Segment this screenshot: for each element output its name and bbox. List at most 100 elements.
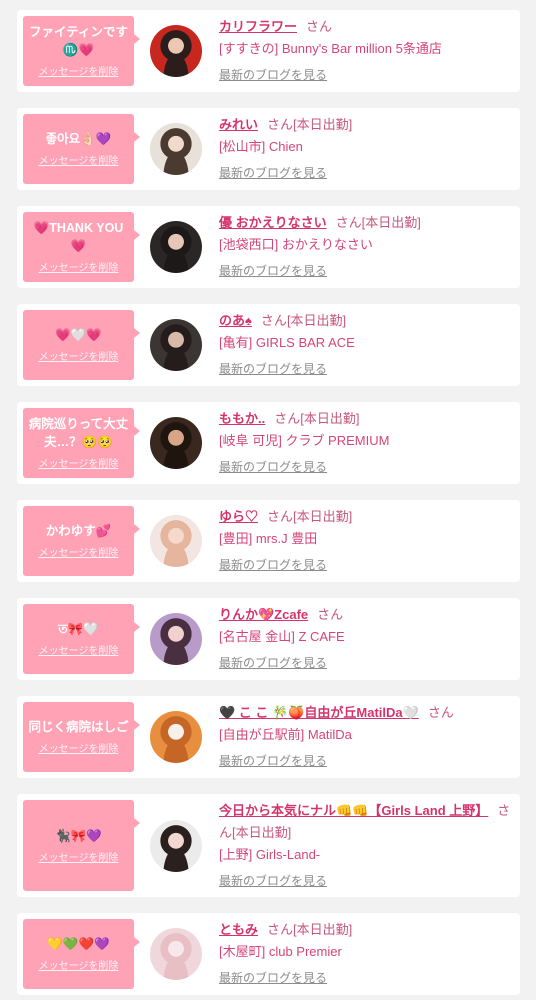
message-text: かわゆす💕	[45, 524, 112, 538]
message-bubble: 💗🤍💗 メッセージを削除	[23, 310, 140, 380]
blog-row: 最新のブログを見る	[219, 261, 512, 281]
message-bubble: ファイティンです♏💗 メッセージを削除	[23, 16, 140, 86]
name-line: ももか.. さん[本日出勤]	[219, 408, 512, 430]
message-card: 同じく病院はしご メッセージを削除 🖤 こ こ 🎋🍑自由が丘MatilDa🤍 さん…	[17, 696, 520, 778]
blog-row: 最新のブログを見る	[219, 751, 512, 771]
name-line: カリフラワー さん	[219, 16, 512, 38]
latest-blog-link[interactable]: 最新のブログを見る	[219, 754, 327, 768]
avatar[interactable]	[150, 711, 202, 763]
cast-info: 今日から本気にナル👊👊【Girls Land 上野】 さん[本日出勤] [上野] …	[219, 800, 512, 891]
cast-name-link[interactable]: 🖤 こ こ 🎋🍑自由が丘MatilDa🤍	[219, 705, 419, 720]
cast-name-link[interactable]: りんか💖Zcafe	[219, 607, 308, 622]
avatar[interactable]	[150, 613, 202, 665]
latest-blog-link[interactable]: 最新のブログを見る	[219, 558, 327, 572]
status-badge: [本日出勤]	[300, 411, 360, 426]
cast-info: りんか💖Zcafe さん [名古屋 金山] Z CAFE 最新のブログを見る	[219, 604, 512, 673]
message-text: 同じく病院はしご	[28, 720, 129, 734]
message-text: 💛💚❤️💜	[47, 937, 110, 951]
latest-blog-link[interactable]: 最新のブログを見る	[219, 68, 327, 82]
cast-name-link[interactable]: ゆら♡	[219, 509, 258, 524]
delete-message-link[interactable]: メッセージを削除	[39, 960, 119, 973]
honorific-label: さん	[260, 313, 287, 328]
blog-row: 最新のブログを見る	[219, 968, 512, 988]
avatar[interactable]	[150, 319, 202, 371]
honorific-label: さん	[317, 607, 344, 622]
cast-info: カリフラワー さん [すすきの] Bunny's Bar million 5条通店…	[219, 16, 512, 85]
message-bubble: 🐈‍⬛🎀💜 メッセージを削除	[23, 800, 140, 891]
blog-row: 最新のブログを見る	[219, 555, 512, 575]
shop-label: [名古屋 金山] Z CAFE	[219, 629, 345, 644]
honorific-label: さん	[267, 117, 294, 132]
blog-row: 最新のブログを見る	[219, 457, 512, 477]
message-text: 💗🤍💗	[55, 328, 102, 342]
latest-blog-link[interactable]: 最新のブログを見る	[219, 971, 327, 985]
cast-info: 🖤 こ こ 🎋🍑自由が丘MatilDa🤍 さん [自由が丘駅前] MatilDa …	[219, 702, 512, 771]
honorific-label: さん	[335, 215, 362, 230]
status-badge: [本日出勤]	[293, 117, 353, 132]
name-line: ともみ さん[本日出勤]	[219, 919, 512, 941]
delete-message-link[interactable]: メッセージを削除	[39, 852, 119, 865]
honorific-label: さん	[274, 411, 301, 426]
message-bubble: 💛💚❤️💜 メッセージを削除	[23, 919, 140, 989]
delete-message-link[interactable]: メッセージを削除	[39, 351, 119, 364]
name-line: ゆら♡ さん[本日出勤]	[219, 506, 512, 528]
latest-blog-link[interactable]: 最新のブログを見る	[219, 166, 327, 180]
cast-name-link[interactable]: 優 おかえりなさい	[219, 215, 327, 230]
latest-blog-link[interactable]: 最新のブログを見る	[219, 362, 327, 376]
cast-name-link[interactable]: ともみ	[219, 922, 258, 937]
cast-info: ももか.. さん[本日出勤] [岐阜 可児] クラブ PREMIUM 最新のブログ…	[219, 408, 512, 477]
avatar[interactable]	[150, 819, 202, 872]
avatar[interactable]	[150, 221, 202, 273]
latest-blog-link[interactable]: 最新のブログを見る	[219, 264, 327, 278]
delete-message-link[interactable]: メッセージを削除	[39, 645, 119, 658]
status-badge: [本日出勤]	[293, 509, 353, 524]
message-text: 病院巡りって大丈夫…？🥺🥺	[28, 417, 129, 449]
avatar[interactable]	[150, 928, 202, 980]
delete-message-link[interactable]: メッセージを削除	[39, 458, 119, 471]
cast-info: ゆら♡ さん[本日出勤] [豊田] mrs.J 豊田 最新のブログを見る	[219, 506, 512, 575]
latest-blog-link[interactable]: 最新のブログを見る	[219, 656, 327, 670]
shop-label: [すすきの] Bunny's Bar million 5条通店	[219, 41, 442, 56]
message-bubble: 同じく病院はしご メッセージを削除	[23, 702, 140, 772]
cast-info: 優 おかえりなさい さん[本日出勤] [池袋西口] おかえりなさい 最新のブログを…	[219, 212, 512, 281]
message-bubble: 💗THANK YOU💗 メッセージを削除	[23, 212, 140, 282]
shop-label: [岐阜 可児] クラブ PREMIUM	[219, 433, 390, 448]
delete-message-link[interactable]: メッセージを削除	[39, 66, 119, 79]
shop-label: [自由が丘駅前] MatilDa	[219, 727, 352, 742]
status-badge: [本日出勤]	[232, 825, 292, 840]
message-card: ファイティンです♏💗 メッセージを削除 カリフラワー さん [すすきの] Bunn…	[17, 10, 520, 92]
message-text: ファイティンです♏💗	[28, 25, 128, 57]
message-card: 病院巡りって大丈夫…？🥺🥺 メッセージを削除 ももか.. さん[本日出勤] [岐阜…	[17, 402, 520, 484]
cast-name-link[interactable]: カリフラワー	[219, 19, 297, 34]
blog-row: 最新のブログを見る	[219, 65, 512, 85]
avatar[interactable]	[150, 417, 202, 469]
name-line: 🖤 こ こ 🎋🍑自由が丘MatilDa🤍 さん	[219, 702, 512, 724]
avatar[interactable]	[150, 515, 202, 567]
delete-message-link[interactable]: メッセージを削除	[39, 547, 119, 560]
cast-name-link[interactable]: ももか..	[219, 411, 265, 426]
delete-message-link[interactable]: メッセージを削除	[39, 743, 119, 756]
message-card: かわゆす💕 メッセージを削除 ゆら♡ さん[本日出勤] [豊田] mrs.J 豊田…	[17, 500, 520, 582]
status-badge: [本日出勤]	[293, 922, 353, 937]
message-bubble: 좋아요👌🏻💜 メッセージを削除	[23, 114, 140, 184]
honorific-label: さん	[267, 509, 294, 524]
latest-blog-link[interactable]: 最新のブログを見る	[219, 874, 327, 888]
cast-name-link[interactable]: みれい	[219, 117, 258, 132]
shop-label: [池袋西口] おかえりなさい	[219, 237, 373, 252]
delete-message-link[interactable]: メッセージを削除	[39, 155, 119, 168]
blog-row: 最新のブログを見る	[219, 359, 512, 379]
avatar[interactable]	[150, 123, 202, 175]
avatar[interactable]	[150, 25, 202, 77]
blog-row: 最新のブログを見る	[219, 871, 512, 891]
cast-info: ともみ さん[本日出勤] [木屋町] club Premier 最新のブログを見る	[219, 919, 512, 988]
cast-name-link[interactable]: のあ♠	[219, 313, 252, 328]
shop-label: [木屋町] club Premier	[219, 944, 342, 959]
cast-name-link[interactable]: 今日から本気にナル👊👊【Girls Land 上野】	[219, 803, 488, 818]
latest-blog-link[interactable]: 最新のブログを見る	[219, 460, 327, 474]
message-list: ファイティンです♏💗 メッセージを削除 カリフラワー さん [すすきの] Bunn…	[0, 0, 536, 995]
delete-message-link[interactable]: メッセージを削除	[39, 262, 119, 275]
honorific-label: さん	[427, 705, 454, 720]
cast-info: みれい さん[本日出勤] [松山市] Chien 最新のブログを見る	[219, 114, 512, 183]
message-text: 🐈‍⬛🎀💜	[55, 828, 102, 843]
name-line: 優 おかえりなさい さん[本日出勤]	[219, 212, 512, 234]
